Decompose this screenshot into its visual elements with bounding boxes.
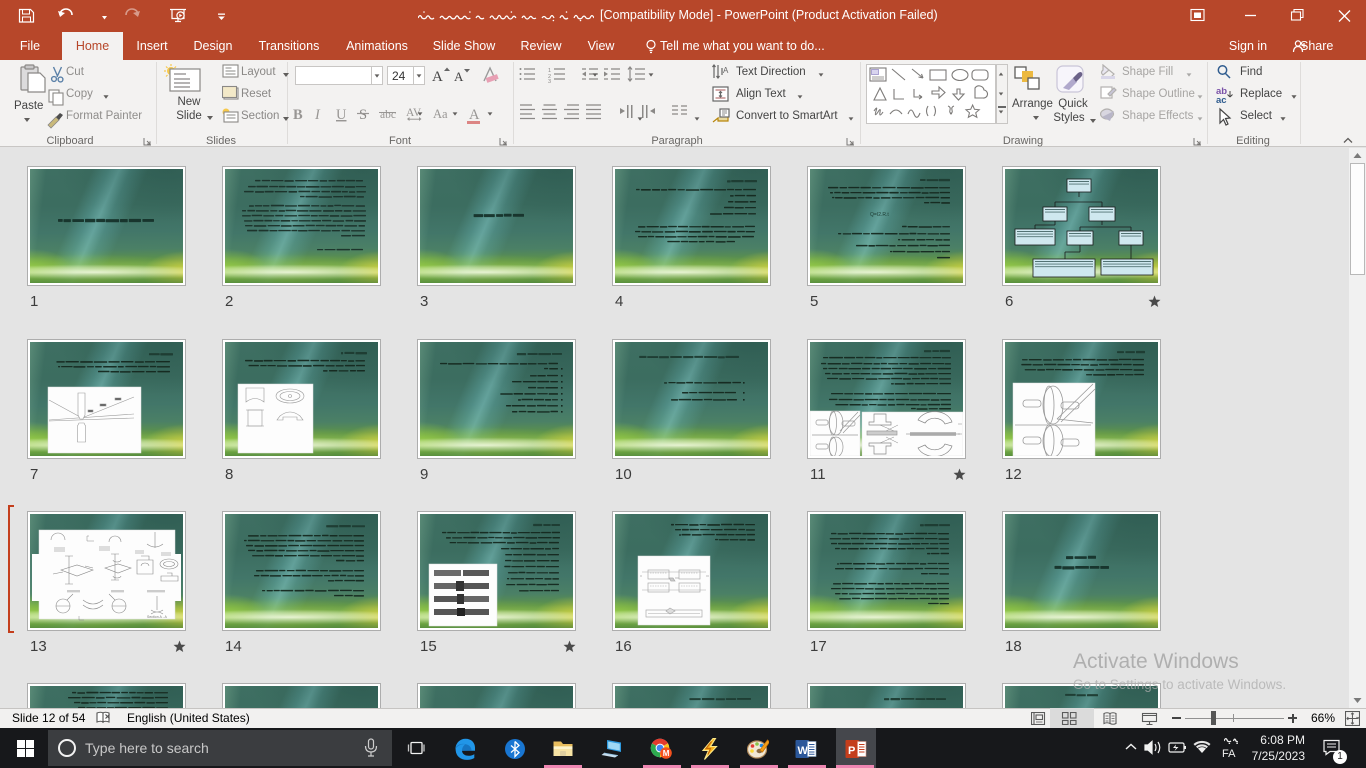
svg-text:abc: abc bbox=[380, 109, 396, 121]
svg-text:P: P bbox=[848, 745, 855, 757]
svg-text:A: A bbox=[469, 107, 480, 123]
svg-text:Aa: Aa bbox=[433, 107, 448, 121]
svg-text:B: B bbox=[293, 107, 303, 123]
svg-text:U: U bbox=[336, 107, 347, 123]
svg-text:I: I bbox=[314, 107, 321, 123]
svg-text:A: A bbox=[432, 69, 443, 85]
svg-text:A: A bbox=[454, 69, 464, 84]
svg-text:A: A bbox=[723, 66, 729, 75]
svg-text:3: 3 bbox=[548, 79, 551, 85]
svg-text:ac: ac bbox=[1216, 95, 1227, 106]
svg-text:Q=I2.R.t: Q=I2.R.t bbox=[870, 212, 889, 218]
svg-text:S: S bbox=[359, 107, 367, 123]
svg-text:M: M bbox=[663, 749, 670, 758]
svg-text:W: W bbox=[798, 745, 809, 757]
svg-text:Section A - A: Section A - A bbox=[147, 615, 168, 619]
